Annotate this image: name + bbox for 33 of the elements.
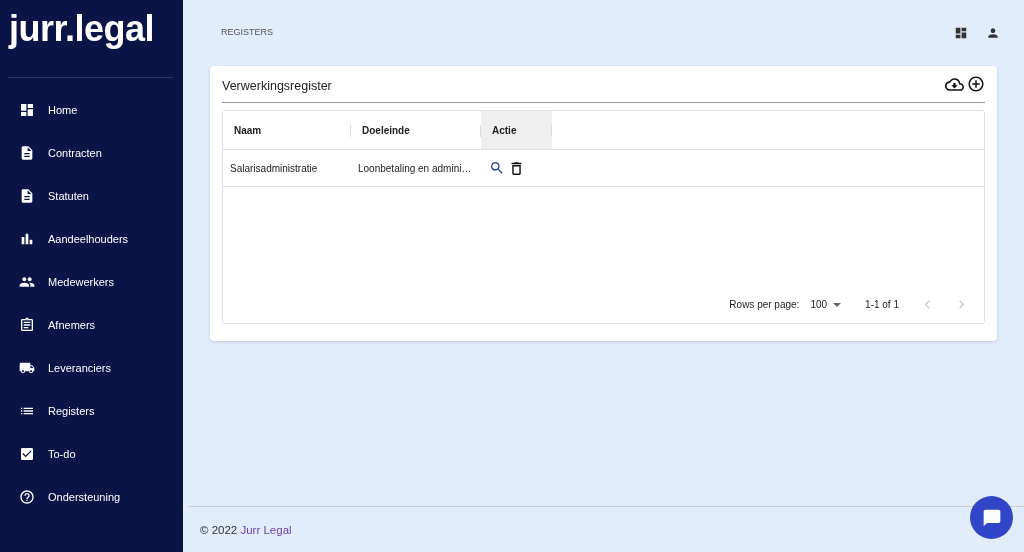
dashboard-icon [19, 101, 35, 118]
column-header[interactable]: Actie [481, 111, 552, 149]
nav-item[interactable]: Leveranciers [0, 346, 183, 389]
nav-item[interactable]: Contracten [0, 131, 183, 174]
nav-item[interactable]: Home [0, 88, 183, 131]
nav-item[interactable]: Ondersteuning [0, 475, 183, 518]
document-icon [19, 144, 35, 161]
copyright-text: © 2022 Jurr Legal [200, 523, 292, 536]
nav-item[interactable]: To-do [0, 432, 183, 475]
chat-icon [981, 507, 1002, 528]
logo: jurr.legal [7, 7, 156, 51]
nav-item[interactable]: Medewerkers [0, 260, 183, 303]
nav-item[interactable]: Aandeelhouders [0, 217, 183, 260]
rows-per-page-select[interactable]: 100 [810, 299, 842, 310]
help-icon [19, 488, 35, 505]
checkbox-icon [19, 445, 35, 462]
breadcrumb: REGISTERS [221, 27, 274, 37]
table-cell-text: Loonbetaling en admini… [357, 162, 473, 174]
search-icon[interactable] [489, 160, 505, 176]
table-cell-text: Salarisadministratie [229, 162, 319, 174]
person-icon[interactable] [986, 26, 1000, 40]
page-range: 1-1 of 1 [865, 299, 899, 310]
document-icon [19, 187, 35, 204]
dashboard-icon[interactable] [954, 26, 968, 40]
dropdown-caret-icon [833, 302, 842, 307]
rows-per-page-label: Rows per page: [729, 299, 800, 310]
card-title: Verwerkingsregister [222, 79, 333, 93]
nav-item[interactable]: Statuten [0, 174, 183, 217]
nav-item[interactable]: Registers [0, 389, 183, 432]
chat-button[interactable] [970, 496, 1013, 539]
clipboard-icon [19, 316, 35, 333]
nav-item[interactable]: Afnemers [0, 303, 183, 346]
footer-link[interactable]: Jurr Legal [240, 523, 292, 536]
